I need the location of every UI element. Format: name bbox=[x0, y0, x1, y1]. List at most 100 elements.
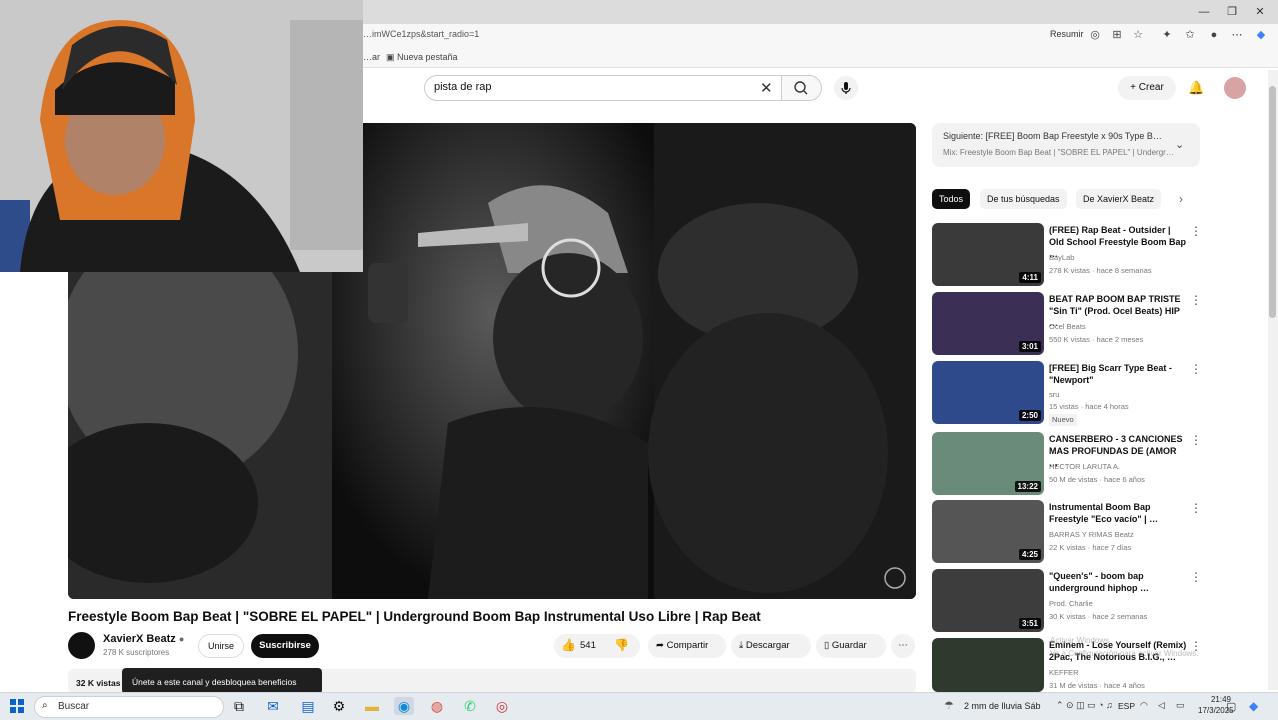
chip-from-channel[interactable]: De XavierX Beatz bbox=[1076, 189, 1162, 209]
create-button[interactable]: + Crear bbox=[1118, 76, 1176, 100]
duration-badge: 3:01 bbox=[1018, 341, 1041, 352]
up-next-panel[interactable] bbox=[932, 123, 1200, 167]
minimize-icon[interactable]: — bbox=[1194, 4, 1214, 20]
mail-icon[interactable]: ✉ bbox=[263, 697, 283, 715]
share-icon: ➦ bbox=[656, 640, 667, 651]
read-aloud-icon[interactable]: ◎ bbox=[1088, 28, 1102, 42]
rec-meta: 31 M de vistas · hace 4 años bbox=[1049, 681, 1145, 690]
channel-avatar[interactable] bbox=[68, 632, 95, 659]
maximize-icon[interactable]: ❐ bbox=[1222, 4, 1242, 20]
microphone-icon bbox=[841, 82, 851, 94]
thumbnail[interactable] bbox=[932, 638, 1044, 692]
notification-center-icon[interactable]: ▢ bbox=[1226, 700, 1236, 713]
language-indicator[interactable]: ESP bbox=[1118, 701, 1135, 711]
kebab-menu-icon[interactable]: ⋮ bbox=[1190, 433, 1202, 447]
kebab-menu-icon[interactable]: ⋮ bbox=[1190, 362, 1202, 376]
rec-channel[interactable]: sru bbox=[1049, 390, 1059, 399]
search-button[interactable] bbox=[782, 75, 822, 101]
duration-badge: 3:51 bbox=[1018, 618, 1041, 629]
kebab-menu-icon[interactable]: ⋮ bbox=[1190, 570, 1202, 584]
taskbar-search-text[interactable]: Buscar bbox=[58, 701, 89, 712]
bookmark-icon: ▯ bbox=[824, 640, 832, 651]
rec-meta: 15 vistas · hace 4 horas bbox=[1049, 402, 1129, 411]
webcam-overlay bbox=[0, 0, 363, 272]
notifications-bell-icon[interactable]: 🔔 bbox=[1188, 80, 1204, 96]
duration-badge: 4:11 bbox=[1019, 272, 1041, 283]
like-button[interactable]: 👍 bbox=[561, 638, 576, 652]
kebab-menu-icon[interactable]: ⋮ bbox=[1190, 501, 1202, 515]
channel-name[interactable]: XavierX Beatz ● bbox=[103, 633, 184, 645]
join-button[interactable]: Unirse bbox=[198, 634, 244, 658]
copilot-icon[interactable]: ◆ bbox=[1254, 28, 1268, 42]
settings-gear-icon[interactable]: ⚙ bbox=[329, 697, 349, 715]
dislike-button[interactable]: 👎 bbox=[614, 638, 629, 652]
webcam-person-image bbox=[0, 0, 363, 272]
url-text[interactable]: …imWCe1zps&start_radio=1 bbox=[363, 29, 479, 39]
voice-search-button[interactable] bbox=[834, 76, 858, 100]
store-icon[interactable]: ▤ bbox=[298, 697, 318, 715]
rec-title[interactable]: [FREE] Big Scarr Type Beat - "Newport" bbox=[1049, 362, 1187, 386]
chevron-right-icon[interactable]: › bbox=[1179, 192, 1183, 206]
rec-title[interactable]: Instrumental Boom Bap Freestyle "Eco vac… bbox=[1049, 501, 1187, 525]
kebab-menu-icon[interactable]: ⋮ bbox=[1190, 293, 1202, 307]
share-button[interactable]: ➦ Compartir bbox=[648, 634, 726, 658]
new-tab-icon: ▣ bbox=[386, 52, 398, 62]
thumbnail[interactable]: 4:25 bbox=[932, 500, 1044, 563]
chrome-icon[interactable]: ◍ bbox=[427, 697, 447, 715]
duration-badge: 2:50 bbox=[1018, 410, 1041, 421]
edge-browser-icon[interactable]: ◉ bbox=[394, 697, 414, 715]
chip-all[interactable]: Todos bbox=[932, 189, 971, 209]
profile-icon[interactable]: ● bbox=[1207, 28, 1221, 42]
apps-icon[interactable]: ⊞ bbox=[1110, 28, 1124, 42]
chip-from-searches[interactable]: De tus búsquedas bbox=[980, 189, 1067, 209]
account-avatar[interactable] bbox=[1224, 77, 1246, 99]
windows-start-icon[interactable] bbox=[10, 699, 24, 713]
rec-title[interactable]: "Queen's" - boom bap underground hiphop … bbox=[1049, 570, 1187, 594]
close-window-icon[interactable]: ✕ bbox=[1250, 4, 1270, 20]
battery-icon[interactable]: ▭ bbox=[1176, 700, 1185, 711]
bookmark-item[interactable]: …ar bbox=[363, 52, 380, 62]
kebab-menu-icon[interactable]: ⋮ bbox=[1190, 224, 1202, 238]
whatsapp-icon[interactable]: ✆ bbox=[460, 697, 480, 715]
rec-channel[interactable]: BARRAS Y RIMAS Beatz bbox=[1049, 530, 1134, 539]
rec-channel[interactable]: Prod. Charlie bbox=[1049, 599, 1093, 608]
windows-logo bbox=[10, 699, 24, 713]
download-icon: ⤓ bbox=[739, 640, 746, 651]
search-input[interactable]: pista de rap bbox=[434, 81, 491, 93]
subscribe-button[interactable]: Suscribirse bbox=[251, 634, 319, 658]
rec-meta: 30 K vistas · hace 2 semanas bbox=[1049, 612, 1148, 621]
clear-search-icon[interactable]: ✕ bbox=[760, 79, 773, 97]
thumbnail[interactable]: 4:11 bbox=[932, 223, 1044, 286]
scrollbar-thumb[interactable] bbox=[1269, 86, 1276, 318]
chevron-down-icon[interactable]: ⌄ bbox=[1175, 138, 1184, 151]
summarize-button[interactable]: Resumir bbox=[1050, 29, 1084, 39]
copilot-taskbar-icon[interactable]: ◆ bbox=[1249, 699, 1258, 713]
recorder-icon[interactable]: ◎ bbox=[492, 697, 512, 715]
rec-channel[interactable]: HECTOR LARUTA A. bbox=[1049, 462, 1120, 471]
weather-text[interactable]: 2 mm de lluvia Sáb bbox=[964, 701, 1041, 711]
more-menu-icon[interactable]: ⋯ bbox=[1230, 28, 1244, 42]
favorites-icon[interactable]: ✩ bbox=[1183, 28, 1197, 42]
like-count: 541 bbox=[580, 640, 596, 651]
network-icon[interactable]: ◠ bbox=[1140, 700, 1148, 711]
rec-channel[interactable]: Ocel Beats bbox=[1049, 322, 1086, 331]
download-button[interactable]: ⤓ Descargar bbox=[731, 634, 811, 658]
bookmark-new-tab[interactable]: ▣ Nueva pestaña bbox=[386, 52, 458, 63]
duration-badge: 4:25 bbox=[1018, 549, 1041, 560]
file-explorer-icon[interactable]: ▬ bbox=[362, 697, 382, 715]
thumbnail[interactable]: 3:51 bbox=[932, 569, 1044, 632]
volume-icon[interactable]: ◁ bbox=[1158, 700, 1165, 711]
save-label: Guardar bbox=[831, 640, 867, 651]
more-actions-button[interactable]: ⋯ bbox=[891, 634, 915, 658]
save-button[interactable]: ▯ Guardar bbox=[816, 634, 886, 658]
extensions-icon[interactable]: ✦ bbox=[1160, 28, 1174, 42]
thumbnail[interactable]: 2:50 bbox=[932, 361, 1044, 424]
download-label: Descargar bbox=[745, 640, 790, 651]
rec-channel[interactable]: KEFFER bbox=[1049, 668, 1079, 677]
thumbnail[interactable]: 13:22 bbox=[932, 432, 1044, 495]
thumbnail[interactable]: 3:01 bbox=[932, 292, 1044, 355]
task-view-icon[interactable]: ⧉ bbox=[229, 697, 249, 715]
system-tray-icons[interactable]: ⌃ ⊙ ◫ ▭ ◔ ♫ bbox=[1056, 700, 1113, 711]
rec-channel[interactable]: BayLab bbox=[1049, 253, 1074, 262]
favorite-star-icon[interactable]: ☆ bbox=[1131, 28, 1145, 42]
